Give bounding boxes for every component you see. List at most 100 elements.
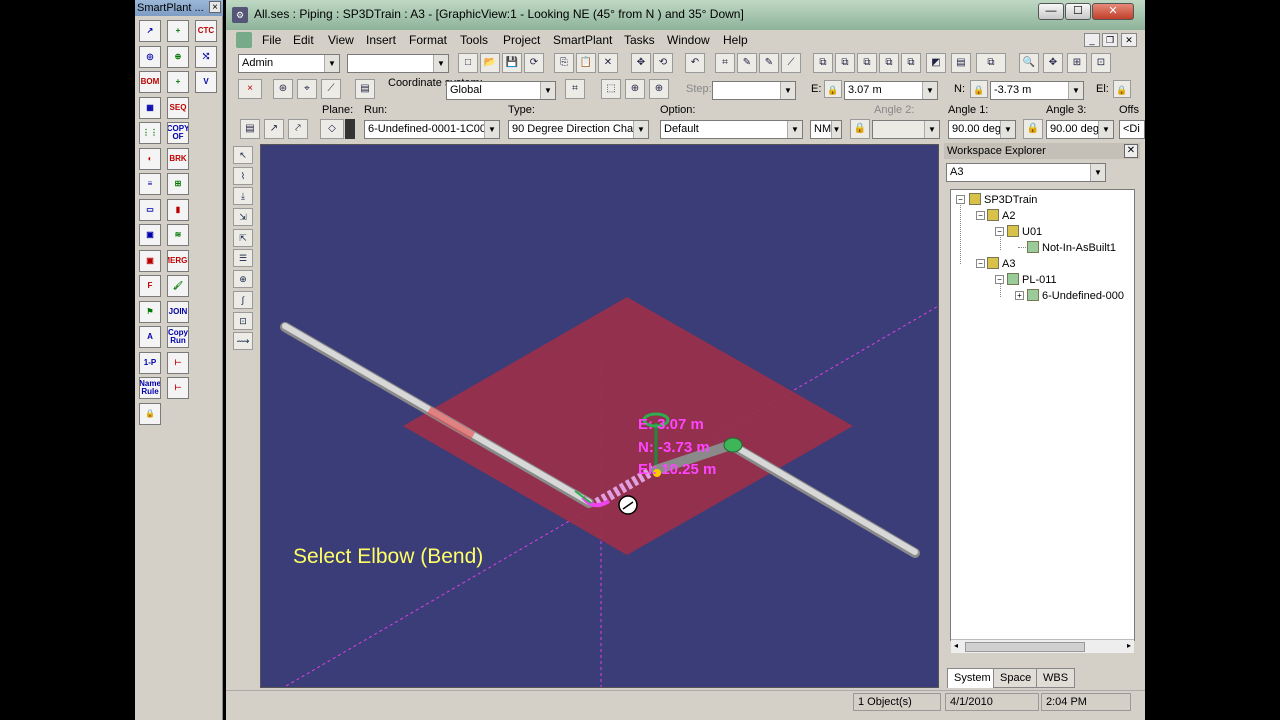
palette-close-button[interactable]: × (209, 1, 221, 13)
tab-space[interactable]: Space (993, 668, 1039, 688)
menu-help[interactable]: Help (719, 32, 752, 48)
pinpoint-icon[interactable]: ⌖ (297, 79, 317, 99)
route-icon[interactable]: ↗ (264, 119, 284, 139)
type-combo[interactable]: 90 Degree Direction Chan ▼ (508, 120, 649, 139)
angle-2-combo[interactable]: ▼ (872, 120, 940, 139)
document-icon[interactable] (236, 32, 252, 48)
palette-tool-icon[interactable]: BOM (139, 71, 161, 93)
tree-node-sp3dtrain[interactable]: SP3DTrain (969, 193, 1037, 207)
properties-icon[interactable]: ▤ (355, 79, 375, 99)
menu-view[interactable]: View (324, 32, 358, 48)
palette-tool-icon[interactable]: Name Rule (139, 377, 161, 399)
chevron-down-icon[interactable]: ▼ (324, 55, 339, 72)
chevron-down-icon[interactable]: ▼ (484, 121, 499, 138)
filter-combo[interactable]: ▼ (347, 54, 449, 73)
view-icon[interactable]: ⧉ (835, 53, 855, 73)
tree-node-a2[interactable]: A2 (987, 209, 1015, 223)
nominal-combo[interactable]: NM ▼ (810, 120, 842, 139)
palette-tool-icon[interactable]: A (139, 326, 161, 348)
collapse-icon[interactable]: − (976, 211, 985, 220)
coordinate-icon[interactable]: ⌗ (565, 79, 585, 99)
view-icon[interactable]: ⧉ (901, 53, 921, 73)
route-pipe-icon[interactable]: ⌇ (233, 166, 253, 185)
slope-icon[interactable]: ⟿ (233, 332, 253, 351)
scrollbar-thumb[interactable] (965, 642, 1085, 652)
palette-tool-icon[interactable]: SEQ (167, 96, 189, 119)
palette-tool-icon[interactable]: 🔒 (139, 402, 161, 425)
palette-tool-icon[interactable]: COPY OF (167, 122, 189, 144)
palette-tool-icon[interactable]: ≡ (139, 173, 161, 195)
palette-tool-icon[interactable]: ▭ (139, 198, 161, 221)
offset-combo[interactable]: <Di (1119, 120, 1145, 139)
palette-tool-icon[interactable]: 1-P (139, 351, 161, 374)
insert-tap-icon[interactable]: ⇱ (233, 228, 253, 247)
chevron-down-icon[interactable]: ▼ (433, 55, 448, 72)
tree-node-6-undefined[interactable]: 6-Undefined-000 (1027, 289, 1124, 303)
move-icon[interactable]: ✥ (631, 53, 651, 73)
lock-icon[interactable]: 🔒 (824, 80, 842, 98)
workspace-explorer-close-button[interactable]: ✕ (1124, 144, 1138, 158)
lock-icon[interactable]: 🔒 (1113, 80, 1131, 98)
elbow-right[interactable] (723, 437, 743, 453)
close-button[interactable]: ✕ (1092, 3, 1134, 20)
cube-icon[interactable]: ⬚ (601, 79, 621, 99)
menu-window[interactable]: Window (663, 32, 714, 48)
open-icon[interactable]: 📂 (480, 53, 500, 73)
menu-format[interactable]: Format (405, 32, 451, 48)
minimize-button[interactable]: — (1038, 3, 1064, 20)
palette-tool-icon[interactable]: V (195, 71, 217, 93)
tree-horizontal-scrollbar[interactable]: ◂ ▸ (951, 639, 1134, 653)
northing-combo[interactable]: -3.73 m ▼ (990, 81, 1084, 100)
lock-icon[interactable]: 🔒 (850, 119, 870, 139)
palette-tool-icon[interactable]: JOIN (167, 300, 189, 323)
select-icon[interactable]: ↖ (233, 146, 253, 164)
undo-icon[interactable]: ↶ (685, 53, 705, 73)
collapse-icon[interactable]: − (956, 195, 965, 204)
pin-icon[interactable]: ⤤ (288, 119, 308, 139)
insert-feature-icon[interactable]: ⊕ (233, 270, 253, 289)
edit-icon[interactable]: ✎ (737, 53, 757, 73)
run-combo[interactable]: 6-Undefined-0001-1C0031 ▼ (364, 120, 500, 139)
tilt-icon[interactable]: ⊕ (649, 79, 669, 99)
tree-node-u01[interactable]: U01 (1007, 225, 1042, 239)
palette-tool-icon[interactable]: ⊕ (167, 45, 189, 68)
palette-tool-icon[interactable]: ⊞ (167, 173, 189, 195)
palette-tool-icon[interactable]: BRK (167, 147, 189, 170)
palette-tool-icon[interactable]: MERGE (167, 249, 189, 272)
palette-tool-icon[interactable]: ⊢ (167, 351, 189, 374)
chevron-down-icon[interactable]: ▼ (924, 121, 939, 138)
view-icon[interactable]: ⧉ (813, 53, 833, 73)
measure-icon[interactable]: ⟋ (781, 53, 801, 73)
workspace-filter-combo[interactable]: A3 ▼ (946, 163, 1106, 182)
zoom-area-icon[interactable]: ⊞ (1067, 53, 1087, 73)
plane-icon[interactable]: ◇ (320, 119, 344, 139)
menu-smartplant[interactable]: SmartPlant (549, 32, 616, 48)
chevron-down-icon[interactable]: ▼ (1000, 121, 1015, 138)
tree-node-not-in-asbuilt[interactable]: Not-In-AsBuilt1 (1027, 241, 1116, 255)
palette-tool-icon[interactable]: ▦ (139, 96, 161, 119)
connect-icon[interactable]: ⊡ (233, 311, 253, 330)
edit-properties-icon[interactable]: ✎ (759, 53, 779, 73)
palette-tool-icon[interactable]: ≋ (167, 224, 189, 246)
easting-combo[interactable]: 3.07 m ▼ (844, 81, 938, 100)
chevron-down-icon[interactable]: ▼ (633, 121, 648, 138)
menu-file[interactable]: File (258, 32, 285, 48)
palette-tool-icon[interactable]: F (139, 275, 161, 297)
chevron-down-icon[interactable]: ▼ (1098, 121, 1113, 138)
mdi-close-button[interactable]: ✕ (1121, 33, 1137, 47)
palette-tool-icon[interactable]: ◐ (139, 147, 161, 170)
expand-icon[interactable]: + (1015, 291, 1024, 300)
scroll-right-icon[interactable]: ▸ (1127, 641, 1131, 650)
copy-icon[interactable]: ⎘ (554, 53, 574, 73)
grid-icon[interactable]: ⌗ (715, 53, 735, 73)
view-icon[interactable]: ⧉ (857, 53, 877, 73)
palette-tool-icon[interactable]: ⚑ (139, 300, 161, 323)
chevron-down-icon[interactable]: ▼ (1068, 82, 1083, 99)
coordinate-system-combo[interactable]: Global ▼ (446, 81, 556, 100)
rotate-icon[interactable]: ⟲ (653, 53, 673, 73)
palette-tool-icon[interactable]: ▮ (167, 198, 189, 221)
scroll-left-icon[interactable]: ◂ (954, 641, 958, 650)
collapse-icon[interactable]: − (976, 259, 985, 268)
palette-tool-icon[interactable]: ↗ (139, 20, 161, 42)
palette-tool-icon[interactable]: ▣ (139, 249, 161, 272)
